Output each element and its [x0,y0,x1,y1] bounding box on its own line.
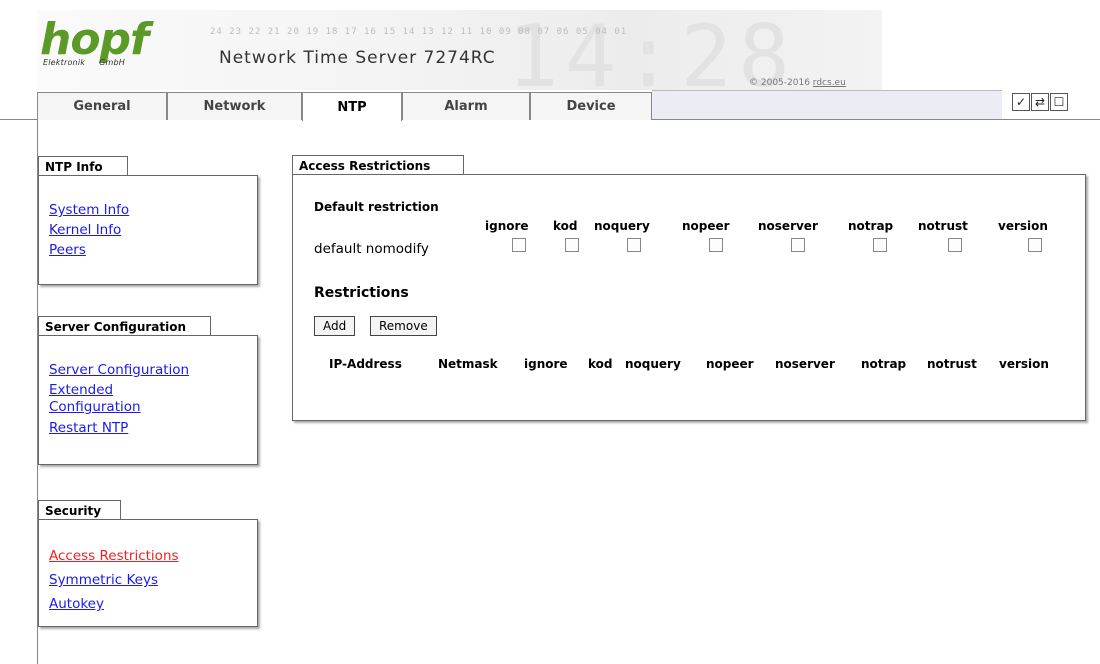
tab-general[interactable]: General [37,92,167,120]
logo-sub-left: Elektronik [43,58,86,67]
remove-button[interactable]: Remove [370,316,437,336]
link-access-restrictions[interactable]: Access Restrictions [49,544,257,568]
table-header-notrap: notrap [861,357,907,371]
security-panel: Access Restrictions Symmetric Keys Autok… [38,519,258,627]
table-header-nopeer: nopeer [706,357,754,371]
table-header-noserver: noserver [775,357,835,371]
restrictions-title: Restrictions [314,285,409,301]
link-extended-configuration-line2[interactable]: Configuration [49,399,257,416]
table-header-version: version [999,357,1049,371]
product-title: Network Time Server 7274RC [219,48,496,68]
default-noserver-checkbox[interactable] [791,238,805,252]
link-server-configuration[interactable]: Server Configuration [49,360,257,380]
save-icon[interactable]: ☐ [1050,93,1068,111]
logo-sub-right: GmbH [99,58,125,67]
reload-icon[interactable]: ⇄ [1031,93,1049,111]
default-col-notrust: notrust [918,219,968,233]
tab-alarm[interactable]: Alarm [402,92,530,120]
server-config-panel: Server Configuration Extended Configurat… [38,335,258,465]
default-col-kod: kod [553,219,578,233]
copyright-text: © 2005-2016 [749,78,810,88]
tab-device[interactable]: Device [530,92,652,120]
main-content: NTP Info System Info Kernel Info Peers S… [37,120,1100,664]
main-tab-bar: General Network NTP Alarm Device ✓ ⇄ ☐ [0,90,1100,121]
link-symmetric-keys[interactable]: Symmetric Keys [49,568,257,592]
copyright-link[interactable]: rdcs.eu [813,78,846,88]
tab-network[interactable]: Network [167,92,302,120]
banner-number-strip: 24 23 22 21 20 19 18 17 16 15 14 13 12 1… [210,27,628,37]
tab-bar-background [652,90,1002,119]
table-header-ip-address: IP-Address [329,357,402,371]
table-header-kod: kod [588,357,613,371]
link-peers[interactable]: Peers [49,240,257,260]
link-system-info[interactable]: System Info [49,200,257,220]
toolbar: ✓ ⇄ ☐ [1012,93,1068,111]
default-version-checkbox[interactable] [1028,238,1042,252]
link-kernel-info[interactable]: Kernel Info [49,220,257,240]
link-extended-configuration-line1[interactable]: Extended [49,382,257,399]
table-header-notrust: notrust [927,357,977,371]
hopf-logo: hopf [40,14,149,65]
link-restart-ntp[interactable]: Restart NTP [49,418,257,438]
default-noquery-checkbox[interactable] [627,238,641,252]
copyright: © 2005-2016 rdcs.eu [749,78,846,88]
logo-subtitle: Elektronik GmbH [43,58,125,67]
banner-clock-watermark: 14:28 [507,7,796,107]
default-ignore-checkbox[interactable] [512,238,526,252]
table-header-noquery: noquery [625,357,681,371]
default-notrap-checkbox[interactable] [873,238,887,252]
link-autokey[interactable]: Autokey [49,592,257,616]
apply-icon[interactable]: ✓ [1012,93,1030,111]
access-restrictions-panel-title: Access Restrictions [292,155,464,175]
default-col-version: version [998,219,1048,233]
default-restriction-label: Default restriction [314,200,439,214]
default-kod-checkbox[interactable] [565,238,579,252]
header-banner: 14:28 24 23 22 21 20 19 18 17 16 15 14 1… [37,10,882,102]
default-col-nopeer: nopeer [682,219,730,233]
default-nopeer-checkbox[interactable] [709,238,723,252]
default-notrust-checkbox[interactable] [948,238,962,252]
tab-ntp[interactable]: NTP [302,92,402,121]
server-config-panel-title: Server Configuration [38,316,211,336]
default-restriction-value: default nomodify [314,241,429,257]
default-col-noquery: noquery [594,219,650,233]
default-col-ignore: ignore [485,219,529,233]
default-col-noserver: noserver [758,219,818,233]
default-col-notrap: notrap [848,219,894,233]
table-header-ignore: ignore [524,357,568,371]
security-panel-title: Security [38,500,121,520]
ntp-info-panel: System Info Kernel Info Peers [38,175,258,285]
access-restrictions-panel: Default restriction ignore kod noquery n… [292,174,1086,421]
table-header-netmask: Netmask [438,357,498,371]
add-button[interactable]: Add [314,316,356,336]
ntp-info-panel-title: NTP Info [38,156,128,176]
